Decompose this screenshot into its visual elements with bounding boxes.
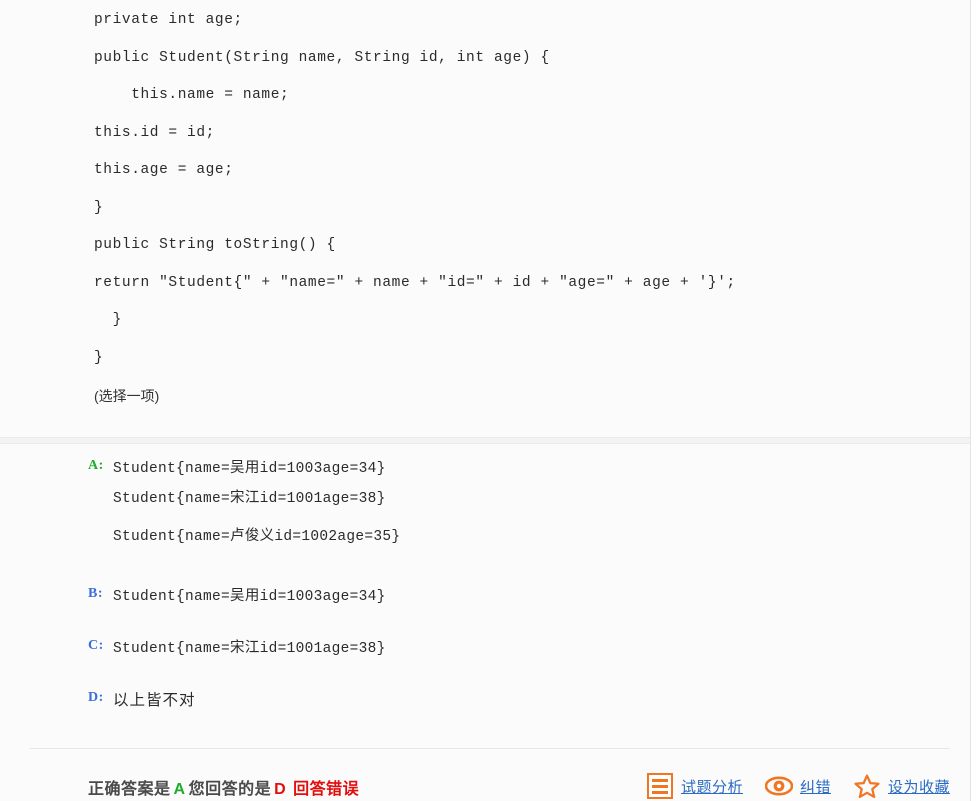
answer-summary: 正确答案是 A 您回答的是 D 回答错误 <box>88 775 359 799</box>
question-code-block: private int age; public Student(String n… <box>0 0 970 411</box>
document-list-icon <box>646 772 674 800</box>
option-b-label: B: <box>88 586 103 601</box>
eye-icon <box>764 772 793 800</box>
analysis-action[interactable]: 试题分析 <box>646 772 743 800</box>
document-list-icon-shape <box>646 773 673 799</box>
correct-answer-value: A <box>173 781 186 798</box>
footer-action-bar: 试题分析 纠错 设为收藏 <box>646 772 950 800</box>
favorite-link-label[interactable]: 设为收藏 <box>888 776 950 797</box>
star-icon <box>853 772 881 800</box>
code-line: } <box>94 349 104 366</box>
answer-options-list: A: Student{name=吴用id=1003age=34} Student… <box>0 458 970 712</box>
option-b-line: Student{name=吴用id=1003age=34} <box>113 589 386 605</box>
answer-footer: 正确答案是 A 您回答的是 D 回答错误 试题分析 纠错 设为收藏 <box>0 766 970 801</box>
footer-divider <box>30 748 950 749</box>
question-instruction: (选择一项) <box>94 388 160 404</box>
code-line: this.id = id; <box>94 124 215 141</box>
correct-answer-prefix: 正确答案是 <box>88 781 171 798</box>
answer-result-text: 回答错误 <box>293 781 360 798</box>
code-line: } <box>94 312 122 328</box>
option-d[interactable]: D: 以上皆不对 <box>0 690 970 712</box>
code-line: private int age; <box>94 12 243 28</box>
option-b-body: Student{name=吴用id=1003age=34} <box>88 586 970 608</box>
code-line: this.name = name; <box>94 87 290 103</box>
code-line: public Student(String name, String id, i… <box>94 49 550 66</box>
doc-line <box>651 784 668 788</box>
code-line: this.age = age; <box>94 162 234 178</box>
option-b[interactable]: B: Student{name=吴用id=1003age=34} <box>0 586 970 608</box>
code-line: } <box>94 199 104 216</box>
section-divider <box>0 437 970 444</box>
option-d-label: D: <box>88 690 104 705</box>
option-c-line: Student{name=宋江id=1001age=38} <box>113 641 386 657</box>
option-a-label: A: <box>88 458 104 473</box>
favorite-action[interactable]: 设为收藏 <box>853 772 950 800</box>
doc-line <box>651 778 668 782</box>
option-c-body: Student{name=宋江id=1001age=38} <box>88 638 970 660</box>
report-error-action[interactable]: 纠错 <box>764 772 831 800</box>
option-a-line: Student{name=卢俊义id=1002age=35} <box>113 529 401 545</box>
your-answer-value: D <box>274 781 287 798</box>
option-a-body: Student{name=吴用id=1003age=34} Student{na… <box>88 458 970 556</box>
option-a[interactable]: A: Student{name=吴用id=1003age=34} Student… <box>0 458 970 556</box>
analysis-link-label[interactable]: 试题分析 <box>681 776 743 797</box>
code-line: public String toString() { <box>94 237 336 253</box>
option-a-line: Student{name=吴用id=1003age=34} <box>113 461 386 477</box>
your-answer-prefix: 您回答的是 <box>188 781 272 798</box>
page-right-gutter <box>971 0 979 801</box>
question-review-page: private int age; public Student(String n… <box>0 0 979 801</box>
option-d-body: 以上皆不对 <box>88 690 970 712</box>
code-line: return "Student{" + "name=" + name + "id… <box>94 274 736 291</box>
option-a-line: Student{name=宋江id=1001age=38} <box>113 491 386 507</box>
option-c-label: C: <box>88 638 104 653</box>
option-c[interactable]: C: Student{name=宋江id=1001age=38} <box>0 638 970 660</box>
report-error-link-label[interactable]: 纠错 <box>800 776 831 797</box>
option-d-line: 以上皆不对 <box>113 692 196 709</box>
doc-line <box>651 790 668 794</box>
